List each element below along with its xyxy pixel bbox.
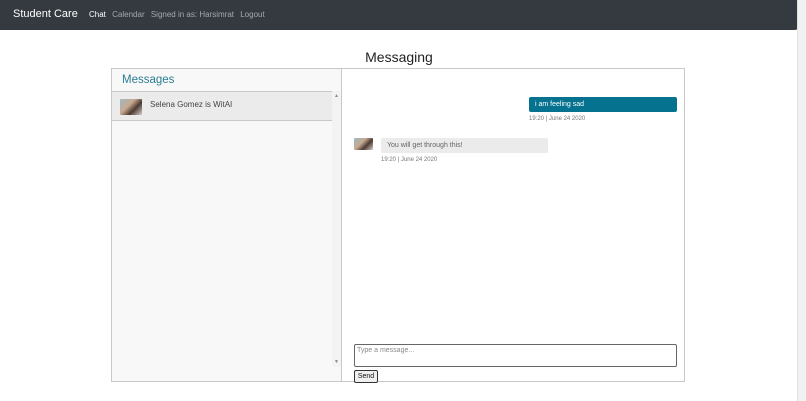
scroll-down-icon[interactable]: ▼ — [332, 359, 341, 365]
incoming-message-time: 19:20 | June 24 2020 — [381, 157, 438, 163]
signed-in-user: Signed in as: Harsimrat — [150, 10, 234, 19]
avatar — [120, 99, 142, 115]
chat-name: Selena Gomez is WitAI — [150, 100, 233, 109]
messenger-container: Messages Selena Gomez is WitAI ▲ ▼ i am … — [111, 68, 685, 383]
scroll-up-icon[interactable]: ▲ — [332, 93, 341, 99]
incoming-message-body: You will get through this! 19:20 | June … — [381, 138, 548, 163]
outgoing-message-text: i am feeling sad — [529, 97, 677, 112]
incoming-message-text: You will get through this! — [381, 138, 548, 153]
page-scrollbar[interactable] — [797, 0, 806, 401]
outgoing-message: i am feeling sad 19:20 | June 24 2020 — [529, 97, 677, 122]
chat-list-item[interactable]: Selena Gomez is WitAI — [112, 92, 332, 121]
send-button[interactable]: Send — [354, 370, 378, 383]
brand-logo[interactable]: Student Care — [13, 8, 78, 20]
nav-calendar-link[interactable]: Calendar — [112, 10, 144, 19]
avatar — [354, 138, 373, 150]
message-input[interactable] — [354, 344, 677, 367]
nav-chat-link[interactable]: Chat — [89, 10, 106, 19]
chat-history: i am feeling sad 19:20 | June 24 2020 Yo… — [342, 69, 684, 383]
inbox-heading: Messages — [112, 69, 341, 92]
top-navbar: Student Care Chat Calendar Signed in as:… — [0, 0, 798, 30]
inbox-panel: Messages Selena Gomez is WitAI ▲ ▼ — [112, 69, 342, 381]
chat-list: Selena Gomez is WitAI — [112, 92, 341, 368]
nav-logout-link[interactable]: Logout — [240, 10, 264, 19]
outgoing-message-time: 19:20 | June 24 2020 — [529, 116, 586, 122]
page-title: Messaging — [365, 49, 433, 65]
nav-links: Chat Calendar Signed in as: Harsimrat Lo… — [89, 10, 269, 19]
chat-list-scrollbar[interactable]: ▲ ▼ — [332, 91, 341, 367]
